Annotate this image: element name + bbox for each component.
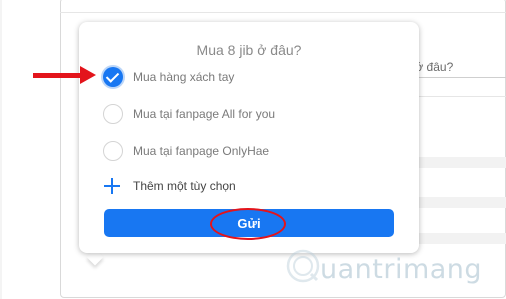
annotation-arrow-icon bbox=[80, 66, 96, 84]
poll-option-label: Mua tại fanpage All for you bbox=[133, 107, 276, 121]
annotation-arrow-shaft bbox=[33, 73, 83, 78]
poll-option-1[interactable]: Mua hàng xách tay bbox=[103, 66, 234, 88]
radio-icon[interactable] bbox=[103, 104, 123, 124]
background-divider bbox=[60, 12, 506, 13]
poll-option-2[interactable]: Mua tại fanpage All for you bbox=[103, 103, 275, 125]
poll-option-3[interactable]: Mua tại fanpage OnlyHae bbox=[103, 140, 269, 162]
annotation-circle bbox=[210, 208, 286, 240]
add-option-label: Thêm một tùy chọn bbox=[133, 179, 236, 193]
watermark-text: uantrimang bbox=[320, 254, 483, 285]
poll-title: Mua 8 jib ở đâu? bbox=[196, 42, 302, 58]
poll-option-label: Mua tại fanpage OnlyHae bbox=[133, 144, 270, 158]
poll-popup: Mua 8 jib ở đâu? Mua hàng xách tay Mua t… bbox=[79, 22, 419, 253]
checked-radio-icon[interactable] bbox=[103, 67, 123, 87]
add-option-button[interactable]: Thêm một tùy chọn bbox=[103, 175, 236, 197]
poll-option-label: Mua hàng xách tay bbox=[133, 70, 235, 84]
radio-icon[interactable] bbox=[103, 141, 123, 161]
left-panel-edge bbox=[0, 0, 2, 299]
plus-icon bbox=[103, 177, 121, 195]
